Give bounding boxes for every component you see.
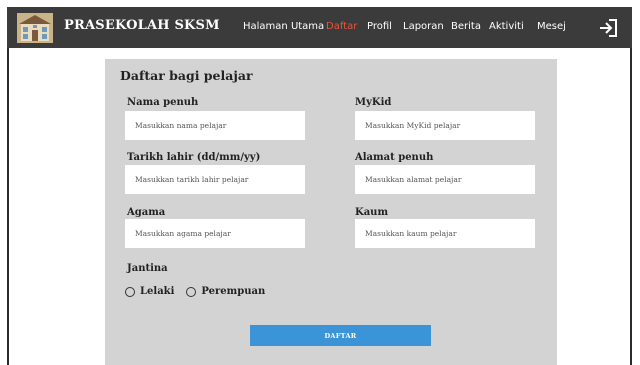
name-label: Nama penuh [127,97,199,108]
radio-perempuan-label[interactable]: Perempuan [201,286,265,297]
nav-halaman-utama[interactable]: Halaman Utama [243,21,324,32]
nav-daftar[interactable]: Daftar [326,21,357,32]
form-title: Daftar bagi pelajar [120,68,253,83]
frame-left-border [7,48,9,365]
dob-label: Tarikh lahir (dd/mm/yy) [127,152,261,163]
navbar: PRASEKOLAH SKSM Halaman Utama Daftar Pro… [7,7,632,48]
nav-mesej[interactable]: Mesej [537,21,566,32]
nav-berita[interactable]: Berita [451,21,481,32]
daftar-button[interactable]: DAFTAR [250,325,431,346]
race-input[interactable] [355,219,535,248]
address-label: Alamat penuh [355,152,434,163]
nav-laporan[interactable]: Laporan [403,21,444,32]
gender-radio-group: Lelaki Perempuan [125,286,277,297]
name-input[interactable] [125,111,305,140]
address-input[interactable] [355,165,535,194]
religion-label: Agama [127,207,166,218]
religion-input[interactable] [125,219,305,248]
logout-icon[interactable] [597,17,619,39]
nav-profil[interactable]: Profil [367,21,392,32]
race-label: Kaum [355,207,389,218]
mykid-input[interactable] [355,111,535,140]
mykid-label: MyKid [355,97,392,108]
brand-title: PRASEKOLAH SKSM [64,18,220,33]
frame-right-border [630,48,632,365]
registration-form: Daftar bagi pelajar Nama penuh MyKid Tar… [105,59,557,365]
radio-perempuan[interactable] [186,286,197,297]
gender-label: Jantina [127,263,168,274]
radio-lelaki-label[interactable]: Lelaki [140,286,174,297]
school-building-icon [17,13,53,43]
dob-input[interactable] [125,165,305,194]
nav-aktiviti[interactable]: Aktiviti [489,21,524,32]
radio-lelaki[interactable] [125,286,135,297]
